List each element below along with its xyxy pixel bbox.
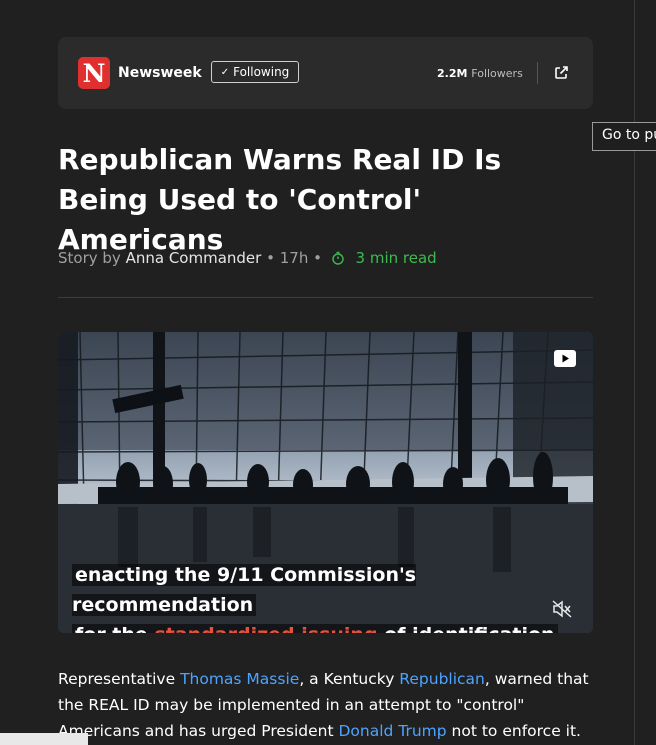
followers-label: Followers	[471, 67, 523, 80]
checkmark-icon: ✓	[220, 66, 230, 78]
timer-icon	[332, 251, 344, 265]
link-republican[interactable]: Republican	[399, 670, 485, 688]
separator	[58, 297, 593, 298]
video-caption: enacting the 9/11 Commission's recommend…	[72, 560, 593, 633]
muted-speaker-icon[interactable]	[551, 599, 573, 619]
body-text: , a Kentucky	[299, 670, 400, 688]
divider	[537, 62, 538, 84]
external-link-icon[interactable]	[553, 65, 569, 81]
body-text: Representative	[58, 670, 181, 688]
article-body-paragraph: Representative Thomas Massie, a Kentucky…	[58, 666, 598, 744]
scrollbar-track[interactable]	[634, 0, 635, 745]
article-column: N Newsweek ✓ Following 2.2M Followers Re…	[58, 0, 593, 745]
bottom-left-overlay	[0, 733, 88, 745]
byline: Story by Anna Commander • 17h • 3 min re…	[58, 249, 437, 267]
link-thomas-massie[interactable]: Thomas Massie	[180, 670, 299, 688]
publisher-bar: N Newsweek ✓ Following 2.2M Followers	[58, 37, 593, 109]
caption-part: of identification	[384, 624, 554, 633]
link-donald-trump[interactable]: Donald Trump	[338, 722, 446, 740]
caption-line-2: for the standardized issuing of identifi…	[72, 624, 558, 633]
youtube-icon[interactable]	[554, 350, 576, 367]
caption-part: for the	[75, 624, 148, 633]
tooltip: Go to publisher	[592, 122, 656, 151]
article-title: Republican Warns Real ID Is Being Used t…	[58, 143, 502, 256]
read-time: 3 min read	[355, 249, 437, 267]
following-label: Following	[233, 65, 290, 79]
caption-line-1: enacting the 9/11 Commission's recommend…	[72, 564, 417, 616]
publisher-name[interactable]: Newsweek	[118, 65, 202, 81]
article-age: 17h	[279, 249, 309, 267]
byline-prefix: Story by	[58, 249, 121, 267]
followers-count: 2.2M Followers	[437, 67, 523, 80]
caption-highlight: standardized issuing	[154, 624, 377, 633]
bullet: •	[313, 249, 322, 267]
author-link[interactable]: Anna Commander	[126, 249, 262, 267]
newsweek-logo[interactable]: N	[78, 57, 110, 89]
following-button[interactable]: ✓ Following	[211, 61, 299, 83]
followers-number: 2.2M	[437, 67, 468, 80]
bullet: •	[266, 249, 275, 267]
video-player[interactable]: enacting the 9/11 Commission's recommend…	[58, 332, 593, 633]
body-text: not to enforce it.	[446, 722, 581, 740]
